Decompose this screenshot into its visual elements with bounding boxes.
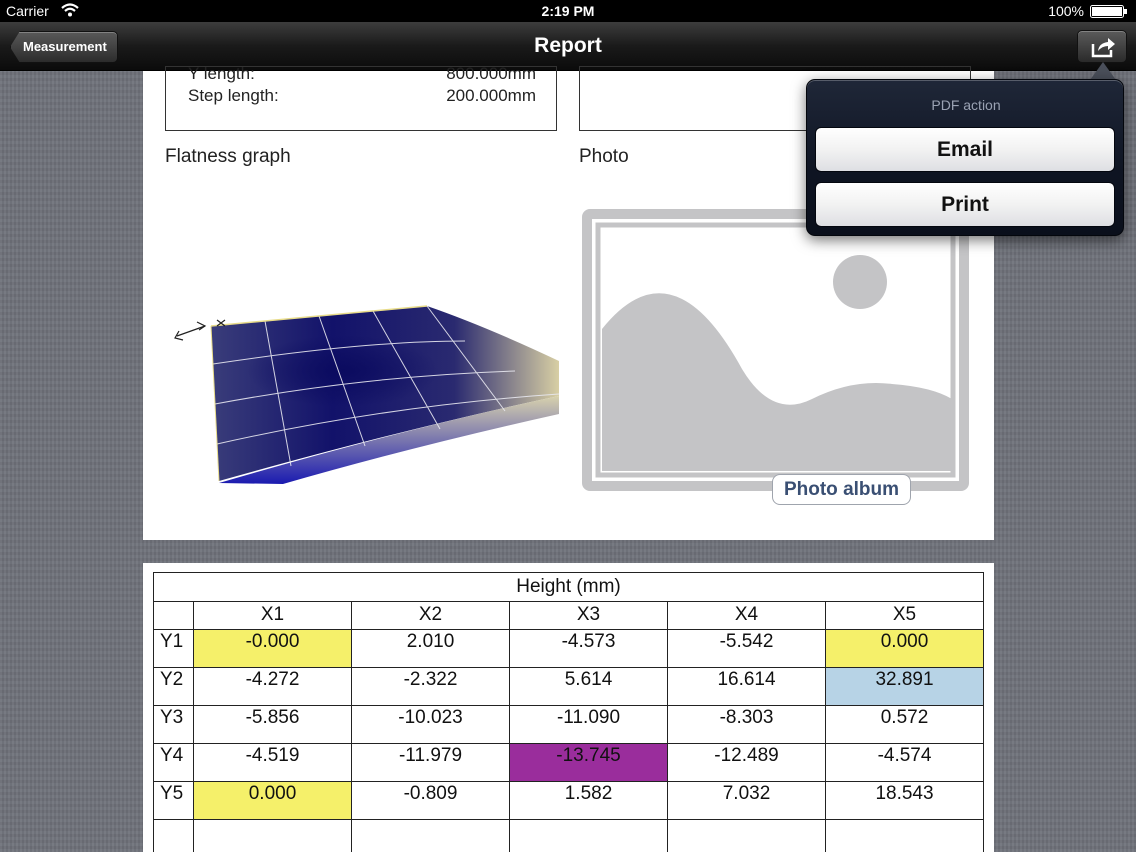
table-cell: 18.543 xyxy=(825,781,984,820)
measurement-info-box: Y length: 800.000mm Step length: 200.000… xyxy=(165,64,557,131)
table-row: Y5 0.000 -0.809 1.582 7.032 18.543 xyxy=(153,781,984,820)
share-icon xyxy=(1091,38,1115,58)
table-cell: -12.489 xyxy=(667,743,826,782)
row-header: Y3 xyxy=(153,705,194,744)
table-cell: -4.574 xyxy=(825,743,984,782)
status-bar: Carrier 2:19 PM 100% xyxy=(0,0,1136,22)
row-header: Y5 xyxy=(153,781,194,820)
popover-title: PDF action xyxy=(931,97,1001,113)
photo-placeholder xyxy=(582,209,969,491)
table-cell: -11.979 xyxy=(351,743,510,782)
table-cell: 0.572 xyxy=(825,705,984,744)
navigation-bar: Measurement Report xyxy=(0,22,1136,71)
info-label: Step length: xyxy=(188,86,279,105)
table-cell xyxy=(509,819,668,852)
table-cell: -8.303 xyxy=(667,705,826,744)
table-cell: 32.891 xyxy=(825,667,984,706)
flatness-graph xyxy=(174,305,559,484)
table-cell: -0.000 xyxy=(193,629,352,668)
clock: 2:19 PM xyxy=(541,3,595,19)
row-header: Y1 xyxy=(153,629,194,668)
column-header: X3 xyxy=(509,601,668,630)
flatness-graph-label: Flatness graph xyxy=(165,146,291,167)
table-cell: -5.856 xyxy=(193,705,352,744)
photo-label: Photo xyxy=(579,146,629,167)
height-table: Height (mm) X1 X2 X3 X4 X5 Y1 -0.000 2.0… xyxy=(153,572,984,852)
page-title: Report xyxy=(534,34,602,57)
column-header: X2 xyxy=(351,601,510,630)
table-cell: 5.614 xyxy=(509,667,668,706)
table-row: Y3 -5.856 -10.023 -11.090 -8.303 0.572 xyxy=(153,705,984,744)
table-row: Y1 -0.000 2.010 -4.573 -5.542 0.000 xyxy=(153,629,984,668)
pdf-action-popover: PDF action Email Print xyxy=(806,79,1124,236)
table-cell: -10.023 xyxy=(351,705,510,744)
popover-arrow xyxy=(1090,62,1116,80)
email-button[interactable]: Email xyxy=(815,127,1115,172)
column-header: X1 xyxy=(193,601,352,630)
table-cell: 16.614 xyxy=(667,667,826,706)
table-cell: -13.745 xyxy=(509,743,668,782)
table-cell: 0.000 xyxy=(825,629,984,668)
table-cell: -4.272 xyxy=(193,667,352,706)
table-row: Y4 -4.519 -11.979 -13.745 -12.489 -4.574 xyxy=(153,743,984,782)
table-row xyxy=(153,819,984,852)
column-header: X5 xyxy=(825,601,984,630)
table-cell: 0.000 xyxy=(193,781,352,820)
row-header: Y4 xyxy=(153,743,194,782)
table-cell xyxy=(825,819,984,852)
table-cell: 1.582 xyxy=(509,781,668,820)
table-cell: 2.010 xyxy=(351,629,510,668)
info-label: Y length: xyxy=(188,64,255,83)
battery-icon xyxy=(1090,5,1127,18)
info-value: 200.000mm xyxy=(446,86,536,105)
info-value: 800.000mm xyxy=(446,64,536,83)
battery-percent: 100% xyxy=(1048,3,1084,19)
table-cell: -4.519 xyxy=(193,743,352,782)
table-cell: -5.542 xyxy=(667,629,826,668)
table-cell: -4.573 xyxy=(509,629,668,668)
photo-album-button[interactable]: Photo album xyxy=(772,474,911,505)
table-cell: -2.322 xyxy=(351,667,510,706)
print-button[interactable]: Print xyxy=(815,182,1115,227)
table-cell xyxy=(193,819,352,852)
row-header: Y2 xyxy=(153,667,194,706)
table-cell: 7.032 xyxy=(667,781,826,820)
table-cell xyxy=(667,819,826,852)
table-row: Y2 -4.272 -2.322 5.614 16.614 32.891 xyxy=(153,667,984,706)
table-caption: Height (mm) xyxy=(153,572,984,602)
row-header xyxy=(153,819,194,852)
table-cell xyxy=(351,819,510,852)
column-header: X4 xyxy=(667,601,826,630)
table-cell: -0.809 xyxy=(351,781,510,820)
corner-cell xyxy=(153,601,194,630)
height-table-sheet: Height (mm) X1 X2 X3 X4 X5 Y1 -0.000 2.0… xyxy=(143,563,994,852)
table-cell: -11.090 xyxy=(509,705,668,744)
share-button[interactable] xyxy=(1077,30,1127,63)
